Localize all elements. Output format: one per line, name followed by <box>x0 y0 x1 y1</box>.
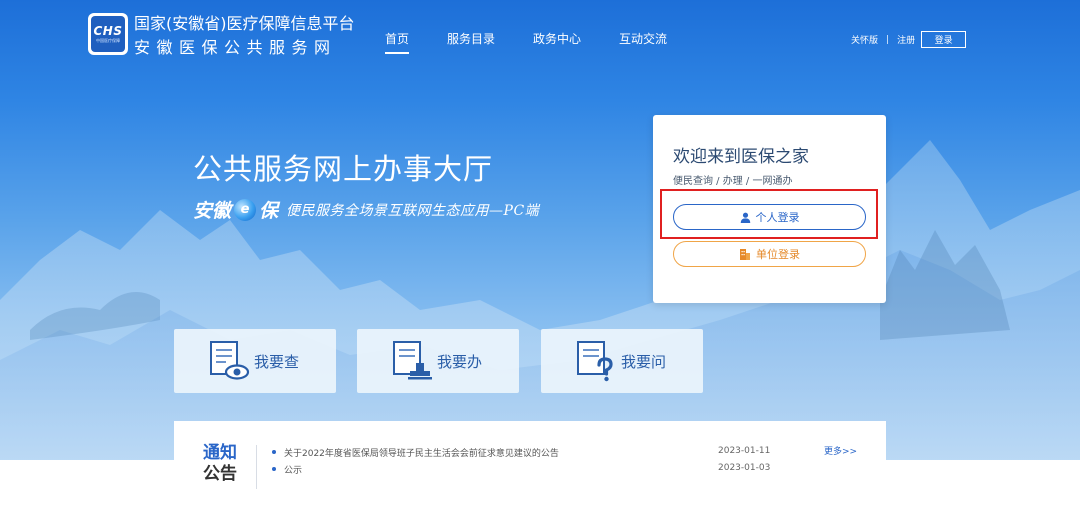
notice-item[interactable]: 关于2022年度省医保局领导班子民主生活会会前征求意见建议的公告 <box>272 446 559 459</box>
document-question-icon <box>574 339 618 383</box>
notice-date: 2023-01-11 <box>718 446 771 456</box>
tile-ask[interactable]: 我要问 <box>541 329 703 393</box>
notice-more-link[interactable]: 更多>> <box>824 444 857 457</box>
document-eye-icon <box>207 339 251 383</box>
tile-query-label: 我要查 <box>254 352 300 371</box>
tile-handle[interactable]: 我要办 <box>357 329 519 393</box>
notice-date: 2023-01-03 <box>718 463 771 473</box>
notice-divider <box>256 445 257 489</box>
care-mode-link[interactable]: 关怀版 <box>851 33 878 46</box>
mountain-background <box>0 140 1080 460</box>
nav-gov-center[interactable]: 政务中心 <box>533 30 581 47</box>
logo-text: CHS <box>93 23 123 38</box>
notice-heading: 通知 公告 <box>203 443 237 485</box>
brand-bao: 保 <box>259 200 279 222</box>
site-title-line2: 安徽医保公共服务网 <box>134 38 337 57</box>
personal-login-label: 个人登录 <box>755 211 800 224</box>
notice-heading-line1: 通知 <box>203 443 237 463</box>
notice-heading-line2: 公告 <box>203 464 237 484</box>
login-card-title: 欢迎来到医保之家 <box>673 147 809 167</box>
notice-panel: 通知 公告 关于2022年度省医保局领导班子民主生活会会前征求意见建议的公告 公… <box>174 421 886 524</box>
top-right-links: 关怀版 | 注册 登录 <box>851 31 967 48</box>
login-card-subtitle: 便民查询 / 办理 / 一网通办 <box>673 176 793 187</box>
register-link[interactable]: 注册 <box>897 33 915 46</box>
tile-query[interactable]: 我要查 <box>174 329 336 393</box>
nav-home[interactable]: 首页 <box>385 30 410 54</box>
document-stamp-icon <box>390 339 434 383</box>
brand-e-letter: e <box>240 202 250 217</box>
logo-subtext: 中国医疗保障 <box>96 37 120 43</box>
hero-slogan: 便民服务全场景互联网生态应用—PC端 <box>286 202 540 219</box>
notice-item[interactable]: 公示 <box>271 463 302 476</box>
tile-handle-label: 我要办 <box>437 352 483 371</box>
personal-login-button[interactable]: 个人登录 <box>673 204 866 230</box>
user-icon <box>740 212 751 223</box>
hero-subtitle: 安徽 e 保 便民服务全场景互联网生态应用—PC端 <box>193 196 539 223</box>
nav-service-catalog[interactable]: 服务目录 <box>447 30 495 47</box>
link-separator: | <box>886 34 890 45</box>
login-card: 欢迎来到医保之家 便民查询 / 办理 / 一网通办 个人登录 单位登录 <box>653 115 886 303</box>
building-icon <box>739 248 751 260</box>
brand-anhui: 安徽 <box>193 200 232 222</box>
site-title-line1: 国家(安徽省)医疗保障信息平台 <box>134 14 355 33</box>
tile-ask-label: 我要问 <box>621 352 667 371</box>
e-brand-icon: e <box>234 198 257 221</box>
header-login-button[interactable]: 登录 <box>921 31 967 48</box>
nav-interaction[interactable]: 互动交流 <box>619 30 667 47</box>
hero-title: 公共服务网上办事大厅 <box>193 152 494 186</box>
unit-login-label: 单位登录 <box>756 248 800 261</box>
hero-banner: CHS 中国医疗保障 国家(安徽省)医疗保障信息平台 安徽医保公共服务网 首页 … <box>0 0 1080 460</box>
chs-logo: CHS 中国医疗保障 <box>88 13 128 55</box>
unit-login-button[interactable]: 单位登录 <box>673 241 866 267</box>
